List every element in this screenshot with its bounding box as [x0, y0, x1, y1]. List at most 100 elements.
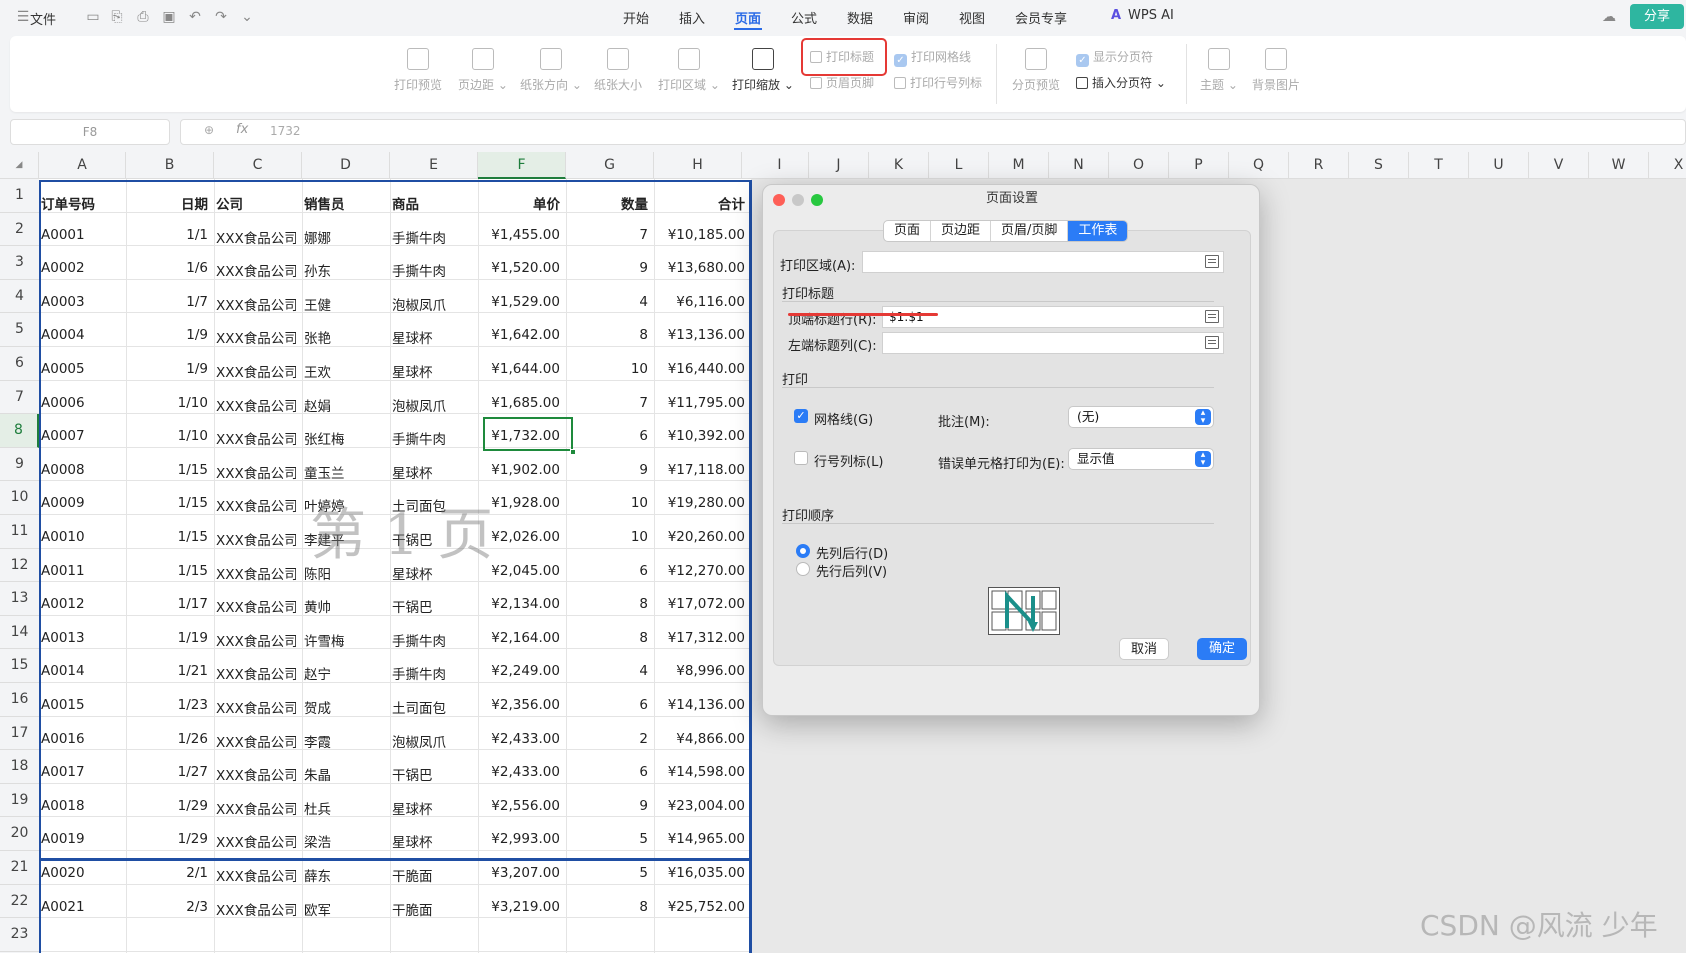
table-cell[interactable]: ¥10,392.00 — [656, 428, 745, 444]
row-header-7[interactable]: 7 — [0, 381, 39, 415]
table-cell[interactable]: 黄帅 — [304, 596, 384, 616]
table-cell[interactable]: 星球杯 — [392, 462, 472, 482]
table-cell[interactable]: ¥14,136.00 — [656, 697, 745, 713]
column-header-a[interactable]: A — [39, 152, 126, 179]
tab-data[interactable]: 数据 — [847, 8, 873, 27]
column-header-f[interactable]: F — [478, 152, 566, 179]
table-cell[interactable]: 手撕牛肉 — [392, 663, 472, 683]
table-cell[interactable]: ¥1,529.00 — [480, 294, 560, 310]
page-break-preview-button[interactable]: 分页预览 — [1012, 48, 1060, 93]
column-header-w[interactable]: W — [1589, 152, 1649, 179]
table-cell[interactable]: ¥2,433.00 — [480, 731, 560, 747]
table-cell[interactable]: 9 — [568, 798, 648, 814]
column-header-e[interactable]: E — [390, 152, 478, 179]
ok-button[interactable]: 确定 — [1197, 638, 1247, 660]
table-cell[interactable]: A0005 — [41, 361, 120, 377]
table-cell[interactable]: 手撕牛肉 — [392, 260, 472, 280]
table-cell[interactable]: 手撕牛肉 — [392, 630, 472, 650]
row-header-18[interactable]: 18 — [0, 750, 39, 784]
table-cell[interactable]: A0021 — [41, 899, 120, 915]
table-cell[interactable]: ¥23,004.00 — [656, 798, 745, 814]
table-cell[interactable]: ¥25,752.00 — [656, 899, 745, 915]
column-header-l[interactable]: L — [929, 152, 989, 179]
table-cell[interactable]: 张红梅 — [304, 428, 384, 448]
table-cell[interactable]: ¥8,996.00 — [656, 663, 745, 679]
column-header-o[interactable]: O — [1109, 152, 1169, 179]
table-cell[interactable]: ¥1,644.00 — [480, 361, 560, 377]
table-cell[interactable]: 杜兵 — [304, 798, 384, 818]
row-header-3[interactable]: 3 — [0, 246, 39, 280]
column-header-j[interactable]: J — [809, 152, 869, 179]
table-cell[interactable]: 1/29 — [128, 831, 208, 847]
table-cell[interactable]: ¥4,866.00 — [656, 731, 745, 747]
table-cell[interactable]: 1/15 — [128, 495, 208, 511]
table-cell[interactable]: 8 — [568, 327, 648, 343]
column-header-g[interactable]: G — [566, 152, 654, 179]
left-cols-input[interactable] — [882, 332, 1224, 354]
print-area-button[interactable]: 打印区域 ⌄ — [658, 48, 720, 93]
dialog-tab-header-footer[interactable]: 页眉/页脚 — [991, 221, 1069, 241]
table-cell[interactable]: A0020 — [41, 865, 120, 881]
table-cell[interactable]: A0009 — [41, 495, 120, 511]
table-cell[interactable]: 8 — [568, 630, 648, 646]
table-cell[interactable]: 5 — [568, 831, 648, 847]
table-cell[interactable]: XXX食品公司 — [216, 462, 296, 482]
comments-select[interactable]: (无) ▴ ▾ — [1068, 406, 1214, 428]
row-header-9[interactable]: 9 — [0, 448, 39, 482]
table-cell[interactable]: 泡椒凤爪 — [392, 731, 472, 751]
row-header-8[interactable]: 8 — [0, 414, 39, 448]
row-header-16[interactable]: 16 — [0, 683, 39, 717]
file-menu[interactable]: 文件 — [30, 9, 56, 28]
table-cell[interactable]: ¥16,440.00 — [656, 361, 745, 377]
table-cell[interactable]: 6 — [568, 697, 648, 713]
cloud-icon[interactable]: ☁ — [1600, 8, 1618, 26]
save-icon[interactable]: ▭ — [84, 8, 102, 26]
column-header-h[interactable]: H — [654, 152, 742, 179]
table-cell[interactable]: 1/9 — [128, 327, 208, 343]
table-cell[interactable]: XXX食品公司 — [216, 395, 296, 415]
table-cell[interactable]: XXX食品公司 — [216, 865, 296, 885]
table-cell[interactable]: 星球杯 — [392, 361, 472, 381]
range-picker-icon[interactable] — [1205, 336, 1219, 349]
header-cell[interactable]: 单价 — [480, 193, 560, 213]
table-cell[interactable]: 5 — [568, 865, 648, 881]
gridlines-checkbox[interactable]: ✓ — [794, 409, 808, 423]
table-cell[interactable]: 干脆面 — [392, 899, 472, 919]
name-box[interactable]: F8 — [10, 119, 170, 145]
table-cell[interactable]: ¥2,993.00 — [480, 831, 560, 847]
table-cell[interactable]: ¥10,185.00 — [656, 227, 745, 243]
table-cell[interactable]: 王健 — [304, 294, 384, 314]
row-header-1[interactable]: 1 — [0, 179, 39, 213]
table-cell[interactable]: 1/10 — [128, 428, 208, 444]
table-cell[interactable]: 1/21 — [128, 663, 208, 679]
print-row-col-headers-checkbox[interactable]: 打印行号列标 — [894, 74, 982, 91]
formula-value[interactable]: 1732 — [270, 124, 301, 138]
table-cell[interactable]: A0001 — [41, 227, 120, 243]
row-col-headers-checkbox[interactable] — [794, 451, 808, 465]
table-cell[interactable]: 赵宁 — [304, 663, 384, 683]
table-cell[interactable]: ¥1,455.00 — [480, 227, 560, 243]
table-cell[interactable]: 赵娟 — [304, 395, 384, 415]
column-header-m[interactable]: M — [989, 152, 1049, 179]
chevron-down-icon[interactable]: ⌄ — [238, 8, 256, 26]
header-cell[interactable]: 订单号码 — [41, 193, 120, 213]
row-header-15[interactable]: 15 — [0, 649, 39, 683]
order-over-down-radio[interactable] — [796, 562, 810, 576]
table-cell[interactable]: ¥2,249.00 — [480, 663, 560, 679]
table-cell[interactable]: ¥1,642.00 — [480, 327, 560, 343]
column-header-i[interactable]: I — [751, 152, 809, 179]
header-footer-button[interactable]: 页眉页脚 — [810, 74, 874, 91]
table-cell[interactable]: ¥3,207.00 — [480, 865, 560, 881]
table-cell[interactable]: 干锅巴 — [392, 596, 472, 616]
table-cell[interactable]: A0004 — [41, 327, 120, 343]
table-cell[interactable]: A0017 — [41, 764, 120, 780]
table-cell[interactable]: ¥2,556.00 — [480, 798, 560, 814]
table-cell[interactable]: XXX食品公司 — [216, 663, 296, 683]
column-header-p[interactable]: P — [1169, 152, 1229, 179]
table-cell[interactable]: 1/15 — [128, 563, 208, 579]
table-cell[interactable]: 1/29 — [128, 798, 208, 814]
row-header-21[interactable]: 21 — [0, 851, 39, 885]
table-cell[interactable]: ¥14,965.00 — [656, 831, 745, 847]
share-button[interactable]: 分享 — [1630, 4, 1684, 29]
table-cell[interactable]: 张艳 — [304, 327, 384, 347]
